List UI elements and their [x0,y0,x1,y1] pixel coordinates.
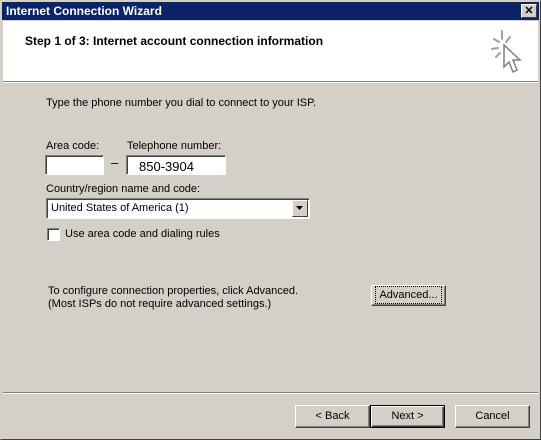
telephone-field[interactable] [126,155,226,175]
advanced-button-label: Advanced... [375,286,442,304]
wizard-header: Step 1 of 3: Internet account connection… [3,21,538,81]
wizard-window: Internet Connection Wizard ✕ Step 1 of 3… [0,0,541,440]
dialing-rules-label: Use area code and dialing rules [65,228,220,240]
page-title: Step 1 of 3: Internet account connection… [25,34,324,48]
close-button[interactable]: ✕ [521,4,537,18]
next-button[interactable]: Next > [370,405,445,428]
advanced-button[interactable]: Advanced... [371,285,446,306]
country-select-value: United States of America (1) [51,202,189,214]
chevron-down-icon [296,206,303,210]
advanced-hint-line2: (Most ISPs do not require advanced setti… [48,298,272,310]
area-code-label: Area code: [46,140,100,152]
country-select[interactable]: United States of America (1) [46,198,310,219]
window-title: Internet Connection Wizard [6,4,162,18]
back-button[interactable]: < Back [295,405,370,428]
cancel-button[interactable]: Cancel [455,405,530,428]
advanced-hint-line1: To configure connection properties, clic… [48,285,299,297]
country-dropdown-button[interactable] [292,200,308,217]
instruction-text: Type the phone number you dial to connec… [46,97,317,109]
country-label: Country/region name and code: [46,183,201,195]
header-divider [3,81,538,83]
telephone-label: Telephone number: [127,140,222,152]
dialing-rules-checkbox[interactable] [47,228,60,241]
title-bar[interactable]: Internet Connection Wizard ✕ [2,2,539,20]
wizard-cursor-icon [491,30,522,74]
area-code-field[interactable] [45,155,104,175]
footer-divider [3,392,538,394]
area-code-dash: – [111,155,119,170]
